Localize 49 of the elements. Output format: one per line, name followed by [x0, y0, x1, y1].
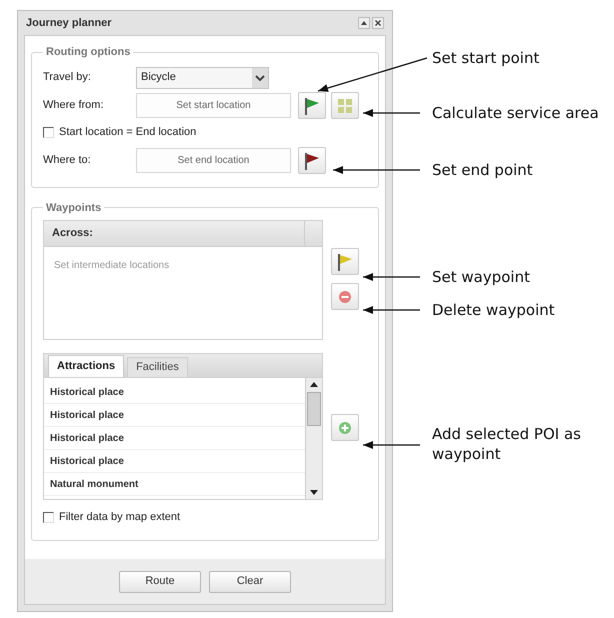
scrollbar[interactable] — [305, 378, 322, 499]
end-location-field[interactable]: Set end location — [136, 148, 291, 173]
flag-icon — [337, 252, 353, 270]
start-location-field[interactable]: Set start location — [136, 93, 291, 118]
checkbox[interactable] — [43, 512, 54, 523]
grid-icon — [337, 98, 353, 114]
poi-row[interactable]: Natural monument — [44, 473, 305, 496]
flag-icon — [304, 96, 320, 114]
callout-label: Calculate service area — [432, 103, 600, 123]
add-icon — [338, 420, 352, 434]
column-header: Across: — [51, 226, 94, 242]
end-flag-button[interactable] — [298, 147, 326, 174]
poi-row[interactable]: Historical place — [44, 404, 305, 427]
leader-arrow — [363, 109, 420, 117]
callout-label: Set start point — [432, 48, 540, 68]
checkbox-label: Filter data by map extent — [59, 510, 180, 525]
leader-arrow — [363, 273, 420, 281]
flag-icon — [304, 152, 320, 170]
dialog-button[interactable]: Route — [119, 570, 201, 592]
leader-arrow — [363, 441, 420, 449]
checkbox[interactable] — [43, 127, 54, 138]
empty-list-message: Set intermediate locations — [54, 259, 170, 273]
callout-label: Set end point — [432, 160, 534, 180]
start-flag-button[interactable] — [298, 92, 326, 119]
callout-label: Add selected POI as waypoint — [432, 424, 582, 464]
collapse-icon[interactable] — [358, 17, 370, 29]
poi-row[interactable]: Historical place — [44, 427, 305, 450]
group-legend: Routing options — [43, 44, 134, 60]
field-label: Travel by: — [43, 70, 92, 86]
checkbox-label: Start location = End location — [59, 125, 196, 140]
leader-arrow — [363, 306, 420, 314]
window-title: Journey planner — [26, 16, 112, 31]
close-icon[interactable] — [372, 17, 384, 29]
travel-mode-dropdown[interactable]: Bicycle — [136, 66, 269, 88]
group-legend: Waypoints — [43, 200, 104, 216]
scroll-thumb[interactable] — [307, 392, 321, 426]
poi-row[interactable]: Historical place — [44, 381, 305, 404]
delete-waypoint-button[interactable] — [331, 283, 359, 310]
field-label: Where to: — [43, 153, 92, 168]
caret-icon — [252, 68, 268, 88]
callout-label: Set waypoint — [432, 267, 531, 287]
waypoint-flag-button[interactable] — [331, 248, 359, 275]
tab[interactable]: Attractions — [48, 355, 124, 377]
poi-row[interactable]: Historical place — [44, 450, 305, 473]
field-label: Where from: — [43, 98, 105, 114]
delete-icon — [338, 290, 352, 304]
callout-label: Delete waypoint — [432, 300, 556, 320]
tab[interactable]: Facilities — [127, 357, 188, 377]
dialog-button[interactable]: Clear — [209, 570, 291, 592]
